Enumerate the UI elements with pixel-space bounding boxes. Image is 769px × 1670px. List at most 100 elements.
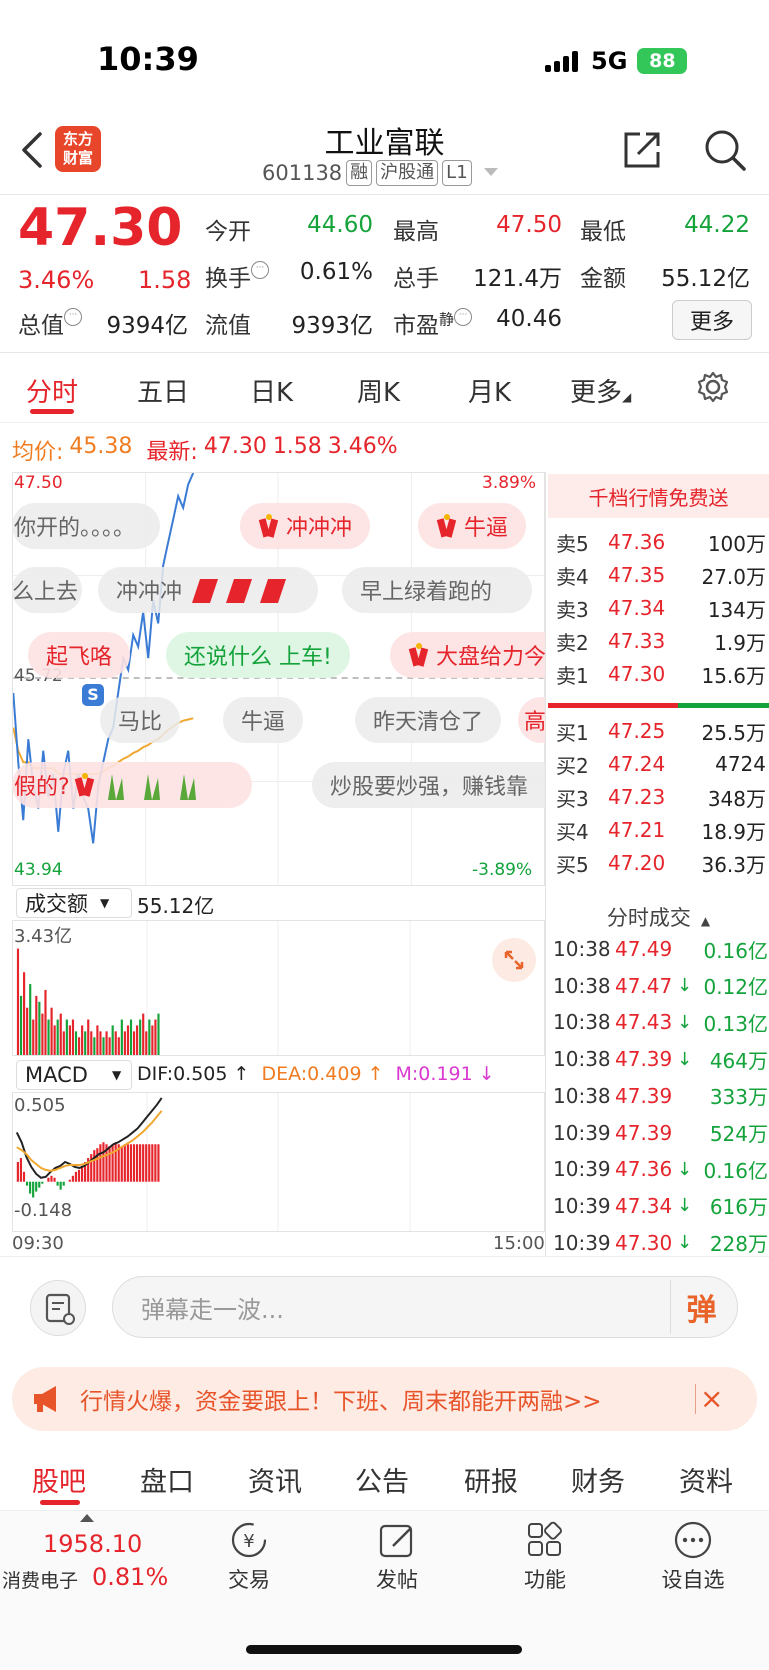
ask-level: 卖2 [556, 630, 589, 655]
trade-price: 47.34 [615, 1193, 673, 1218]
tab-news[interactable]: 资讯 [248, 1460, 302, 1499]
tab-indicator [30, 409, 74, 414]
trade-price: 47.39 [615, 1120, 673, 1145]
tab-profile[interactable]: 资料 [679, 1460, 733, 1499]
volume-bar [23, 972, 26, 1055]
volume-bar [96, 1025, 99, 1055]
share-icon[interactable] [620, 128, 664, 172]
axis-top-price: 47.50 [14, 473, 63, 493]
trade-volume: 228万 [709, 1232, 768, 1257]
trade-button[interactable]: ¥ 交易 [204, 1520, 294, 1594]
status-indicators: 5G 88 [545, 46, 688, 76]
macd-bar [90, 1154, 93, 1182]
tab-finance[interactable]: 财务 [571, 1460, 625, 1499]
bid-row[interactable]: 买4 47.21 18.9万 [556, 815, 766, 845]
macd-bar [38, 1181, 41, 1188]
settings-icon[interactable] [696, 370, 730, 404]
bid-row[interactable]: 买2 47.24 4724 [556, 749, 766, 779]
macd-indicator-select[interactable]: MACD ▼ [16, 1060, 132, 1090]
volume-bar [136, 1025, 139, 1055]
tab-5day[interactable]: 五日 [137, 372, 189, 409]
tab-daily[interactable]: 日K [250, 372, 293, 409]
macd-bar [132, 1144, 136, 1182]
ask-row[interactable]: 卖2 47.33 1.9万 [556, 626, 766, 656]
ask-row[interactable]: 卖1 47.30 15.6万 [556, 659, 766, 689]
stock-code-row[interactable]: 601138 融 沪股通 L1 [262, 160, 498, 186]
tab-weekly[interactable]: 周K [357, 372, 400, 409]
ask-level: 卖1 [556, 663, 589, 688]
ask-row[interactable]: 卖3 47.34 134万 [556, 593, 766, 623]
open-value: 44.60 [307, 212, 373, 238]
tab-monthly[interactable]: 月K [468, 372, 511, 409]
danmaku-settings-icon[interactable] [30, 1280, 86, 1336]
volume-bar [120, 1019, 123, 1055]
trade-time: 10:38 [553, 1083, 611, 1108]
info-icon: ··· [454, 308, 473, 326]
macd-bar [32, 1181, 35, 1198]
s-marker-icon[interactable]: S [82, 684, 104, 706]
volume-chart[interactable] [12, 920, 545, 1056]
expand-icon[interactable] [492, 938, 536, 982]
danmaku-item: 牛逼 [418, 503, 527, 549]
danmaku-item: 昨天清仓了 [355, 697, 502, 743]
macd-bar [50, 1175, 53, 1182]
bid-row[interactable]: 买1 47.25 25.5万 [556, 716, 766, 746]
post-button[interactable]: 发帖 [352, 1520, 442, 1594]
macd-chart[interactable] [12, 1092, 545, 1232]
trade-icon: ¥ [231, 1522, 267, 1558]
bid-row[interactable]: 买5 47.20 36.3万 [556, 848, 766, 878]
tab-announcements[interactable]: 公告 [355, 1460, 409, 1499]
macd-bar [77, 1169, 81, 1182]
ask-price: 47.33 [608, 629, 666, 653]
price-summary-line: 均价: 45.38 最新: 47.30 1.58 3.46% [12, 434, 398, 465]
trade-time: 10:39 [553, 1120, 611, 1145]
danmaku-item: 起飞咯 [28, 632, 131, 678]
more-button[interactable]: 更多 [672, 300, 752, 340]
trade-row: 10:38 47.47 ↓ 0.12亿 [553, 971, 768, 1001]
ask-level: 卖3 [556, 597, 589, 622]
close-icon[interactable]: × [700, 1382, 723, 1415]
fire-emoji-icon [192, 579, 287, 603]
trade-volume: 524万 [709, 1122, 768, 1146]
caret-up-icon [80, 1514, 94, 1522]
macd-bar [145, 1144, 148, 1182]
status-time: 10:39 [97, 40, 199, 78]
tab-more[interactable]: 更多◢ [570, 372, 631, 409]
sector-index-value[interactable]: 1958.10 [43, 1530, 142, 1558]
trades-title[interactable]: 分时成交 ▲ [548, 902, 769, 932]
add-watchlist-button[interactable]: 设自选 [648, 1520, 738, 1594]
ask-row[interactable]: 卖4 47.35 27.0万 [556, 560, 766, 590]
ask-volume: 1.9万 [714, 630, 766, 655]
high-label: 最高 [393, 219, 439, 245]
danmaku-send-button[interactable]: 弹 [670, 1280, 732, 1334]
ask-row[interactable]: 卖5 47.36 100万 [556, 527, 766, 557]
volume-bar [111, 1025, 114, 1055]
tab-intraday[interactable]: 分时 [26, 372, 78, 409]
sector-index-pct[interactable]: 0.81% [92, 1563, 168, 1591]
time-end: 15:00 [493, 1233, 545, 1254]
sector-index-name[interactable]: 消费电子 [2, 1566, 78, 1593]
megaphone-icon [34, 1386, 56, 1412]
volume-bar [108, 1037, 111, 1055]
bid-row[interactable]: 买3 47.23 348万 [556, 782, 766, 812]
search-icon[interactable] [703, 128, 747, 172]
time-start: 09:30 [12, 1233, 64, 1254]
volume-total: 55.12亿 [137, 894, 215, 918]
tab-research[interactable]: 研报 [464, 1460, 518, 1499]
danmaku-item: 牛逼 [223, 697, 304, 743]
order-depth-promo[interactable]: 千档行情免费送 [548, 474, 769, 518]
danmaku-input[interactable]: 弹幕走一波... [112, 1276, 738, 1338]
trade-price: 47.39 [615, 1047, 673, 1072]
tab-orderbook[interactable]: 盘口 [140, 1460, 194, 1499]
info-icon: ··· [64, 308, 82, 326]
volume-indicator-select[interactable]: 成交额 ▼ [16, 888, 132, 918]
trade-row: 10:38 47.49 0.16亿 [553, 934, 768, 964]
trade-price: 47.39 [615, 1083, 673, 1108]
bid-volume: 4724 [715, 752, 766, 776]
functions-button[interactable]: 功能 [500, 1520, 590, 1594]
tab-guba[interactable]: 股吧 [32, 1460, 86, 1499]
volume-bar [44, 989, 47, 1055]
bid-level: 买1 [556, 720, 589, 745]
turnover-label: 换手 ··· [205, 259, 269, 293]
margin-promo-banner[interactable]: 行情火爆，资金要跟上！下班、周末都能开两融>> [12, 1367, 757, 1431]
